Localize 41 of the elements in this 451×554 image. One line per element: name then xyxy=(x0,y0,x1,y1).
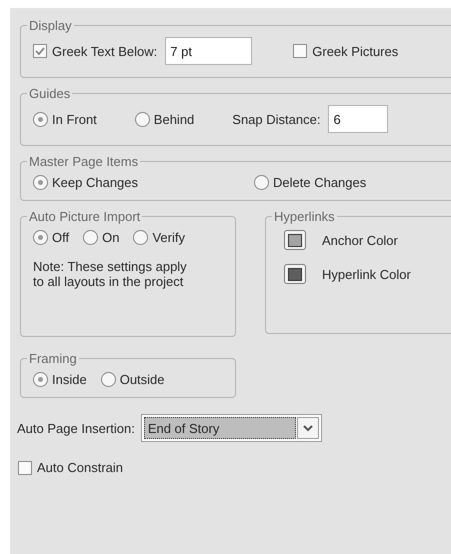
field-label: Snap Distance: xyxy=(232,112,320,126)
radio-button[interactable] xyxy=(33,372,48,387)
group-title: Display xyxy=(28,18,73,33)
checkbox-label[interactable]: Auto Constrain xyxy=(37,460,123,475)
note-text: Note: These settings apply to all layouts in the project xyxy=(33,259,188,289)
radio-button[interactable] xyxy=(33,230,48,245)
color-swatch[interactable] xyxy=(284,264,306,284)
radio-button[interactable] xyxy=(33,175,48,190)
radio-button[interactable] xyxy=(83,230,98,245)
radio-label[interactable]: Inside xyxy=(52,372,87,387)
radio-label[interactable]: Keep Changes xyxy=(52,175,138,190)
color-swatch[interactable] xyxy=(284,230,306,250)
field-label: Auto Page Insertion: xyxy=(17,420,135,436)
group-title: Master Page Items xyxy=(28,154,140,169)
radio-button[interactable] xyxy=(133,230,148,245)
color-label[interactable]: Anchor Color xyxy=(322,232,398,248)
checkbox[interactable] xyxy=(293,44,308,58)
group-title: Auto Picture Import xyxy=(28,209,142,224)
radio-label[interactable]: Verify xyxy=(152,230,185,245)
input-field[interactable]: 7 pt xyxy=(165,37,252,65)
group-title: Hyperlinks xyxy=(273,209,336,224)
radio-button[interactable] xyxy=(100,372,116,387)
group-title: Guides xyxy=(28,86,72,101)
radio-label[interactable]: In Front xyxy=(52,112,97,126)
radio-label[interactable]: Behind xyxy=(154,112,194,126)
radio-button[interactable] xyxy=(254,175,270,190)
input-field[interactable]: 6 xyxy=(328,105,388,133)
group-title: Framing xyxy=(28,351,78,366)
checkbox[interactable] xyxy=(33,44,47,58)
radio-label[interactable]: Delete Changes xyxy=(273,175,366,190)
radio-label[interactable]: On xyxy=(102,230,120,245)
radio-label[interactable]: Off xyxy=(52,230,70,245)
checkbox-label[interactable]: Greek Text Below: xyxy=(52,44,158,58)
dropdown[interactable]: End of Story xyxy=(140,414,322,442)
chevron-icon xyxy=(302,424,313,432)
checkbox[interactable] xyxy=(18,460,32,474)
radio-button[interactable] xyxy=(33,112,48,126)
radio-button[interactable] xyxy=(134,112,150,126)
color-label[interactable]: Hyperlink Color xyxy=(322,266,411,282)
radio-label[interactable]: Outside xyxy=(120,372,165,387)
checkbox-label[interactable]: Greek Pictures xyxy=(312,44,398,58)
